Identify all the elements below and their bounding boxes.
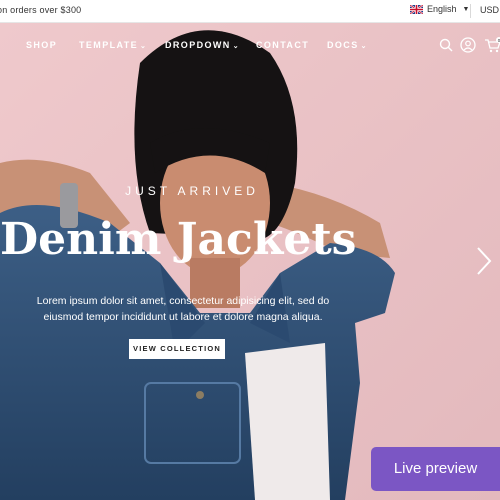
nav-shop[interactable]: SHOP	[26, 40, 57, 50]
hero-description: Lorem ipsum dolor sit amet, consectetur …	[36, 295, 330, 323]
search-icon[interactable]	[438, 37, 454, 53]
nav-contact[interactable]: CONTACT	[256, 40, 309, 50]
caret-down-icon: ▼	[462, 5, 470, 13]
nav-template-label: TEMPLATE	[79, 40, 139, 50]
nav-docs-label: DOCS	[327, 40, 359, 50]
chevron-down-icon: ⌄	[232, 43, 240, 50]
promo-text: on orders over $300	[0, 5, 82, 15]
chevron-down-icon: ⌄	[360, 43, 368, 50]
topbar-divider	[470, 4, 471, 18]
nav-shop-label: SHOP	[26, 40, 58, 50]
nav-contact-label: CONTACT	[256, 40, 310, 50]
chevron-right-icon[interactable]	[470, 244, 496, 278]
hero-title: Denim Jackets	[0, 214, 357, 265]
user-icon[interactable]	[460, 37, 476, 53]
announcement-bar: on orders over $300 English ▼ USD ▼	[0, 0, 500, 23]
live-preview-button[interactable]: Live preview	[371, 447, 500, 491]
nav-docs[interactable]: DOCS ⌄	[327, 40, 368, 50]
currency-selector[interactable]: USD ▼	[480, 5, 500, 15]
main-nav	[0, 63, 500, 77]
nav-dropdown[interactable]: DROPDOWN ⌄	[165, 40, 240, 50]
nav-template[interactable]: TEMPLATE ⌄	[79, 40, 147, 50]
main-nav-links: SHOP TEMPLATE ⌄ DROPDOWN ⌄ CONTACT DOCS ⌄	[0, 40, 500, 54]
nav-dropdown-label: DROPDOWN	[165, 40, 231, 50]
language-label: English	[427, 4, 457, 14]
uk-flag-icon	[410, 4, 423, 14]
chevron-down-icon: ⌄	[140, 43, 148, 50]
view-collection-button[interactable]: VIEW COLLECTION	[129, 339, 225, 359]
hero-subtitle: JUST ARRIVED	[125, 184, 259, 198]
currency-label: USD	[480, 5, 500, 15]
language-selector[interactable]: English ▼	[410, 4, 469, 14]
cart-icon[interactable]: 0	[484, 37, 500, 53]
